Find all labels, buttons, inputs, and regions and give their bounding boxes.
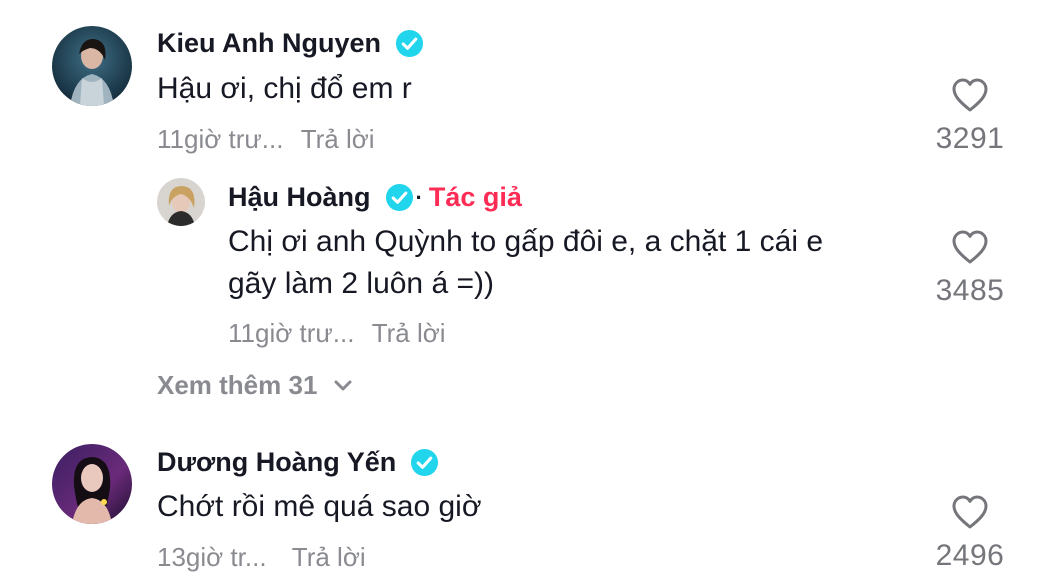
heart-icon[interactable] bbox=[951, 494, 989, 530]
author-name[interactable]: Dương Hoàng Yến bbox=[157, 447, 396, 478]
like-button[interactable]: 2496 bbox=[925, 494, 1015, 573]
reply-button[interactable]: Trả lời bbox=[292, 542, 366, 572]
comment-meta: 13giờ tr... Trả lời bbox=[157, 542, 366, 573]
avatar[interactable] bbox=[52, 444, 132, 524]
comment-item: Dương Hoàng Yến Chớt rồi mê quá sao giờ … bbox=[0, 0, 1056, 588]
comment-time: 13giờ tr... bbox=[157, 542, 267, 572]
like-count: 2496 bbox=[935, 539, 1005, 572]
comment-text: Chớt rồi mê quá sao giờ bbox=[157, 490, 482, 523]
comment-author[interactable]: Dương Hoàng Yến bbox=[157, 447, 439, 478]
verified-badge-icon bbox=[410, 448, 439, 477]
